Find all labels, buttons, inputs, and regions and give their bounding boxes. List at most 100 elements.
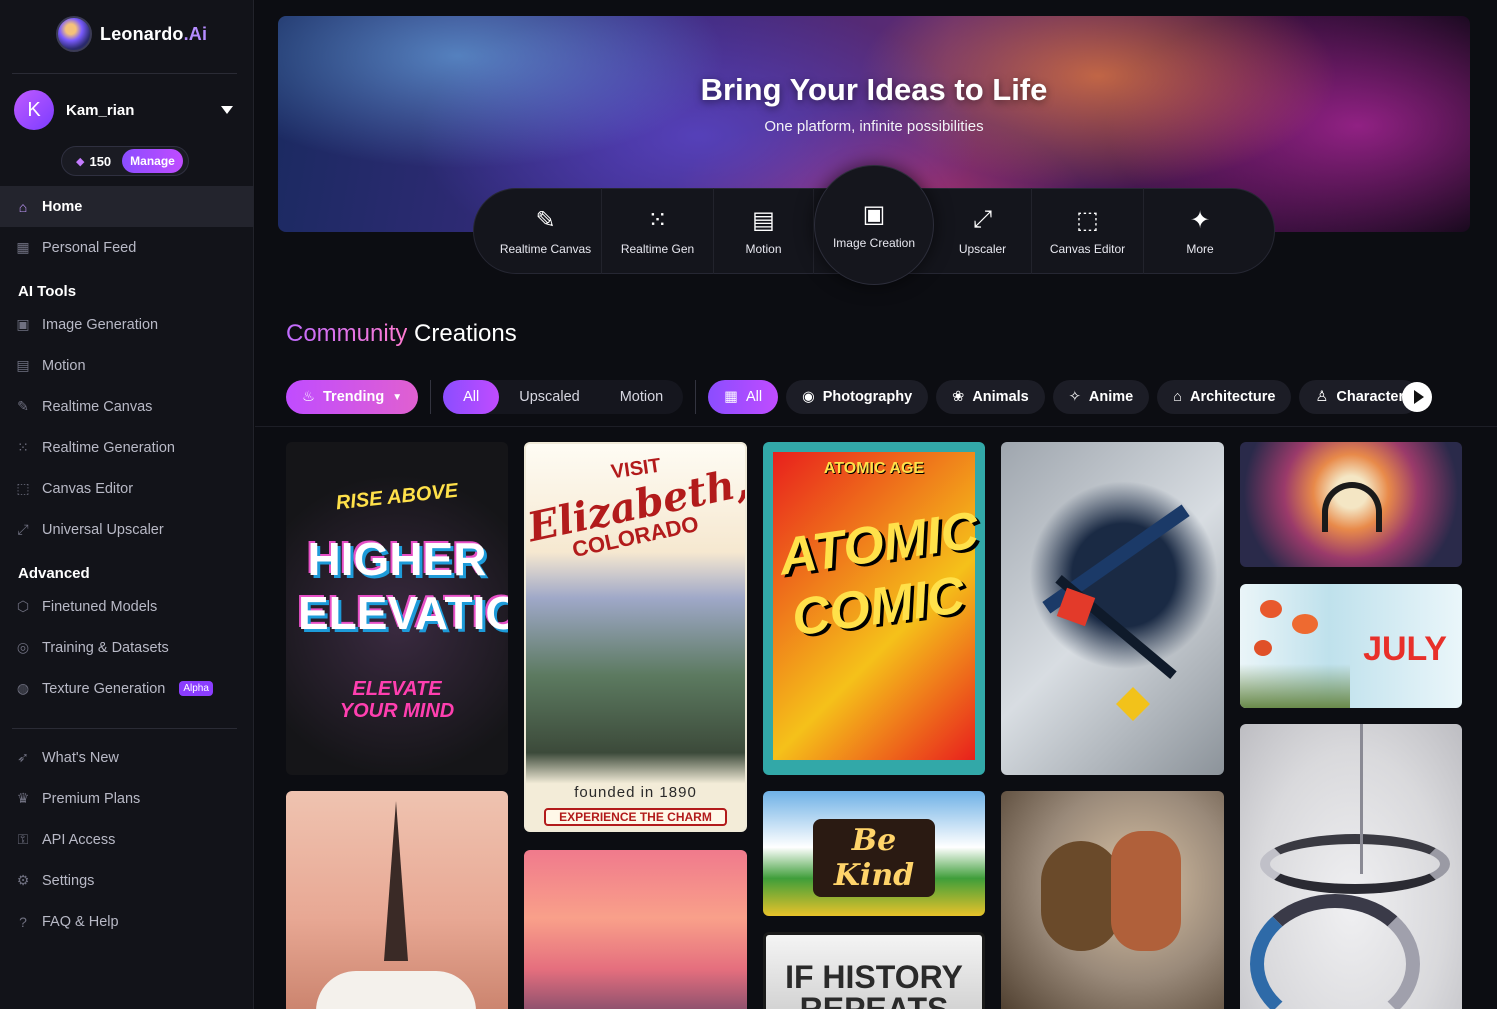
chrome-stem bbox=[1360, 724, 1363, 874]
grid-icon: ▦ bbox=[724, 389, 738, 405]
grass-shape bbox=[1240, 664, 1350, 708]
sidebar-item-settings[interactable]: ⚙ Settings bbox=[0, 860, 254, 901]
section-advanced: Advanced bbox=[18, 565, 90, 582]
tool-label: Upscaler bbox=[958, 242, 1007, 256]
image-icon: ▣ bbox=[862, 200, 886, 228]
sidebar-item-premium-plans[interactable]: ♛ Premium Plans bbox=[0, 778, 254, 819]
tub-shape bbox=[316, 971, 476, 1009]
image-text: EXPERIENCE THE CHARM bbox=[544, 808, 727, 826]
sidebar-item-faq-help[interactable]: ? FAQ & Help bbox=[0, 901, 254, 942]
film-icon: ▤ bbox=[752, 206, 775, 234]
divider bbox=[12, 728, 237, 729]
sidebar-item-whats-new[interactable]: ➶ What's New bbox=[0, 737, 254, 778]
category-anime[interactable]: ✧ Anime bbox=[1052, 380, 1150, 414]
divider bbox=[255, 426, 1497, 427]
tool-upscaler[interactable]: ⤢ Upscaler bbox=[934, 188, 1032, 274]
category-label: Character bbox=[1336, 389, 1405, 405]
type-filter-all[interactable]: All bbox=[443, 380, 500, 414]
divider bbox=[12, 73, 237, 74]
user-menu[interactable]: K Kam_rian bbox=[14, 90, 239, 130]
tool-realtime-canvas[interactable]: ✎ Realtime Canvas bbox=[490, 188, 602, 274]
gallery-image-liquid-chrome[interactable] bbox=[1240, 724, 1462, 1009]
gallery-image-higher-elevation[interactable]: RISE ABOVE HIGHER ELEVATION ELEVATE YOUR… bbox=[286, 442, 508, 775]
chevron-down-icon[interactable] bbox=[221, 106, 233, 114]
gallery-image-sunset-clouds[interactable] bbox=[524, 850, 747, 1009]
type-filter-motion[interactable]: Motion bbox=[600, 380, 684, 414]
crown-icon: ♛ bbox=[16, 790, 30, 806]
nav-main: ⌂ Home ▦ Personal Feed AI Tools ▣ Image … bbox=[0, 186, 254, 709]
sidebar-item-label: What's New bbox=[42, 749, 119, 766]
tool-realtime-gen[interactable]: ⁙ Realtime Gen bbox=[602, 188, 714, 274]
type-filter-upscaled[interactable]: Upscaled bbox=[499, 380, 599, 414]
figure-shape bbox=[1111, 831, 1181, 951]
sort-trending-dropdown[interactable]: ♨ Trending ▼ bbox=[286, 380, 419, 414]
gallery-image-abstract-ink[interactable] bbox=[1001, 442, 1224, 775]
poppy-shape bbox=[1260, 600, 1282, 618]
brand-suffix: .Ai bbox=[183, 23, 208, 44]
sparkle-icon: ✧ bbox=[1068, 389, 1081, 405]
gear-icon: ⚙ bbox=[16, 872, 30, 888]
gallery-image-atomic-comic[interactable]: ATOMIC AGE ATOMIC COMIC bbox=[763, 442, 985, 775]
category-label: Photography bbox=[822, 389, 913, 405]
sidebar-item-image-generation[interactable]: ▣ Image Generation bbox=[0, 304, 254, 345]
main-content: Bring Your Ideas to Life One platform, i… bbox=[255, 0, 1497, 1009]
sidebar-item-label: Finetuned Models bbox=[42, 598, 158, 615]
sidebar-item-label: Universal Upscaler bbox=[42, 521, 164, 538]
sidebar-item-finetuned-models[interactable]: ⬡ Finetuned Models bbox=[0, 586, 254, 627]
sidebar-item-texture-generation[interactable]: ◍ Texture Generation Alpha bbox=[0, 668, 254, 709]
category-photography[interactable]: ◉ Photography bbox=[786, 380, 929, 414]
filter-bar: ♨ Trending ▼ All Upscaled Motion ▦ All ◉… bbox=[286, 380, 1433, 414]
tool-motion[interactable]: ▤ Motion bbox=[714, 188, 814, 274]
sidebar-item-canvas-editor[interactable]: ⬚ Canvas Editor bbox=[0, 468, 254, 509]
hero-subtitle: One platform, infinite possibilities bbox=[764, 118, 984, 135]
gallery-image-july-poppies[interactable]: JULY bbox=[1240, 584, 1462, 708]
category-architecture[interactable]: ⌂ Architecture bbox=[1157, 380, 1292, 414]
category-animals[interactable]: ❀ Animals bbox=[936, 380, 1045, 414]
gallery-image-be-kind[interactable]: Be Kind bbox=[763, 791, 985, 916]
image-text: Be Kind bbox=[813, 819, 935, 897]
sidebar-item-label: Image Generation bbox=[42, 316, 159, 333]
flame-icon: ♨ bbox=[302, 389, 315, 405]
grid-icon: ▦ bbox=[16, 239, 30, 255]
token-balance: ◆ 150 Manage bbox=[61, 146, 189, 176]
tool-image-creation[interactable]: ▣ Image Creation bbox=[814, 165, 934, 285]
scroll-right-button[interactable] bbox=[1402, 382, 1433, 412]
sidebar-item-realtime-canvas[interactable]: ✎ Realtime Canvas bbox=[0, 386, 254, 427]
type-filter: All Upscaled Motion bbox=[443, 380, 684, 414]
gallery-image-history-repeats[interactable]: IF HISTORY REPEATS ITSELF bbox=[763, 932, 985, 1009]
crop-icon: ⬚ bbox=[16, 480, 30, 496]
sidebar-item-universal-upscaler[interactable]: ⤢ Universal Upscaler bbox=[0, 509, 254, 550]
nav-bottom: ➶ What's New ♛ Premium Plans ⚿ API Acces… bbox=[0, 737, 254, 942]
tool-canvas-editor[interactable]: ⬚ Canvas Editor bbox=[1032, 188, 1144, 274]
brand-logo[interactable]: Leonardo.Ai bbox=[56, 16, 207, 52]
tool-more[interactable]: ✦ More bbox=[1144, 188, 1256, 274]
sidebar-item-training-datasets[interactable]: ◎ Training & Datasets bbox=[0, 627, 254, 668]
hero-title: Bring Your Ideas to Life bbox=[700, 72, 1048, 107]
sidebar-item-label: Personal Feed bbox=[42, 239, 137, 256]
tool-launcher: ✎ Realtime Canvas ⁙ Realtime Gen ▤ Motio… bbox=[473, 165, 1275, 285]
sidebar-item-motion[interactable]: ▤ Motion bbox=[0, 345, 254, 386]
gallery-image-eiffel-tower[interactable] bbox=[286, 791, 508, 1009]
gallery-image-headphones[interactable] bbox=[1240, 442, 1462, 567]
gallery-image-hercules-bear[interactable] bbox=[1001, 791, 1224, 1009]
home-icon: ⌂ bbox=[18, 198, 28, 215]
sidebar-item-personal-feed[interactable]: ▦ Personal Feed bbox=[0, 227, 254, 268]
image-text: HIGHER ELEVATION bbox=[298, 533, 508, 639]
gallery-image-visit-elizabeth[interactable]: VISIT Elizabeth, COLORADO founded in 189… bbox=[524, 442, 747, 832]
sidebar-item-label: Training & Datasets bbox=[42, 639, 169, 656]
sort-label: Trending bbox=[323, 389, 385, 405]
sidebar-item-realtime-generation[interactable]: ⁙ Realtime Generation bbox=[0, 427, 254, 468]
alpha-badge: Alpha bbox=[179, 681, 213, 696]
image-icon: ▣ bbox=[16, 316, 30, 332]
manage-tokens-button[interactable]: Manage bbox=[122, 149, 183, 173]
upscale-icon: ⤢ bbox=[17, 521, 29, 537]
sidebar-item-home[interactable]: ⌂ Home bbox=[0, 186, 254, 227]
tool-label: Image Creation bbox=[832, 236, 916, 250]
chrome-curve bbox=[1250, 894, 1420, 1009]
sidebar-item-api-access[interactable]: ⚿ API Access bbox=[0, 819, 254, 860]
category-all[interactable]: ▦ All bbox=[708, 380, 779, 414]
token-icon: ◆ bbox=[76, 155, 85, 168]
tool-label: More bbox=[1186, 242, 1214, 256]
tool-label: Motion bbox=[745, 242, 782, 256]
person-icon: ♙ bbox=[1315, 389, 1329, 405]
